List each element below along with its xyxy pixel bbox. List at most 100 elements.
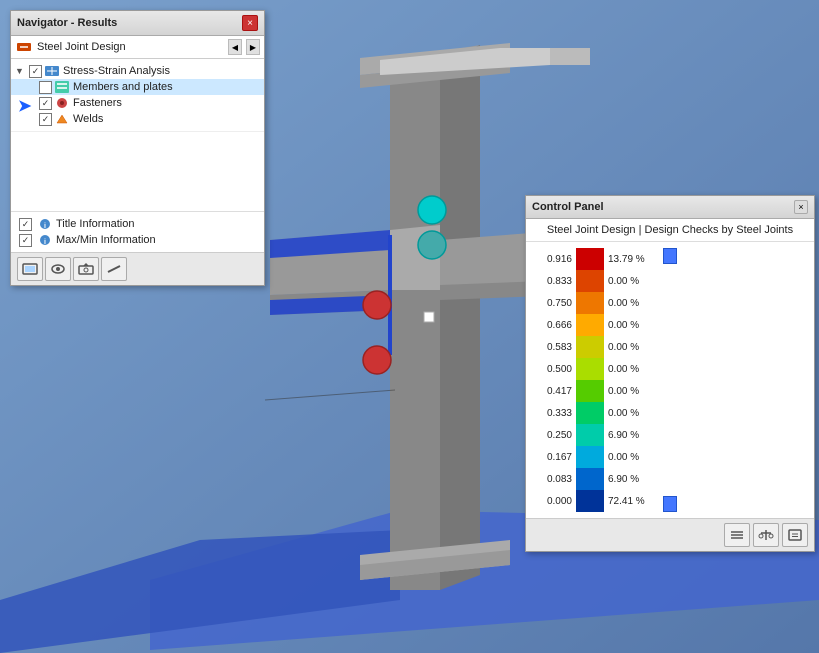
tree-item-welds[interactable]: Welds <box>11 111 264 127</box>
cp-color-cell-0 <box>576 248 604 270</box>
cp-color-cell-8 <box>576 424 604 446</box>
line-button[interactable] <box>101 257 127 281</box>
cp-value-labels: 0.9160.8330.7500.6660.5830.5000.4170.333… <box>534 248 576 512</box>
control-panel: Control Panel × Steel Joint Design | Des… <box>525 195 815 552</box>
tree-arrow-stress-strain: ▼ <box>15 66 29 76</box>
cp-row-percent-4: 0.00 % <box>604 336 659 358</box>
checkbox-stress-strain[interactable] <box>29 65 42 78</box>
maxmin-label: Max/Min Information <box>56 234 156 246</box>
tree-label-welds: Welds <box>73 113 103 125</box>
cp-color-cell-6 <box>576 380 604 402</box>
navigator-panel: Navigator - Results × Steel Joint Design… <box>10 10 265 286</box>
tree-label-members-plates: Members and plates <box>73 81 173 93</box>
cp-titlebar: Control Panel × <box>526 196 814 219</box>
navigator-titlebar: Navigator - Results × <box>11 11 264 36</box>
maxmin-info-item[interactable]: i Max/Min Information <box>19 232 256 248</box>
navigator-title: Navigator - Results <box>17 17 117 29</box>
tree-spacer <box>11 131 264 211</box>
balance-icon <box>758 528 774 542</box>
cp-row-percent-0: 13.79 % <box>604 248 659 270</box>
navigator-toolbar <box>11 252 264 285</box>
fasteners-icon <box>54 96 70 110</box>
welds-icon <box>54 112 70 126</box>
cp-row-label-6: 0.417 <box>547 380 576 402</box>
tree-item-stress-strain[interactable]: ▼ Stress-Strain Analysis <box>11 63 264 79</box>
checkbox-maxmin[interactable] <box>19 234 32 247</box>
cp-color-cell-3 <box>576 314 604 336</box>
cp-row-percent-8: 6.90 % <box>604 424 659 446</box>
cp-row-label-1: 0.833 <box>547 270 576 292</box>
cp-row-label-5: 0.500 <box>547 358 576 380</box>
navigator-close-button[interactable]: × <box>242 15 258 31</box>
checkbox-fasteners[interactable] <box>39 97 52 110</box>
title-info-item[interactable]: i Title Information <box>19 216 256 232</box>
steel-joint-icon <box>15 40 33 54</box>
cp-color-cell-10 <box>576 468 604 490</box>
cp-indicators <box>659 248 681 512</box>
dropdown-label: Steel Joint Design <box>37 41 224 53</box>
tree-item-members-plates[interactable]: Members and plates <box>11 79 264 95</box>
dropdown-forward-button[interactable]: ▶ <box>246 39 260 55</box>
cp-color-cell-1 <box>576 270 604 292</box>
export-icon <box>787 528 803 542</box>
cp-row-label-11: 0.000 <box>547 490 576 512</box>
cp-row-percent-6: 0.00 % <box>604 380 659 402</box>
members-plates-icon <box>54 80 70 94</box>
dropdown-back-button[interactable]: ◀ <box>228 39 242 55</box>
view-icon <box>50 262 66 276</box>
tree-label-stress-strain: Stress-Strain Analysis <box>63 65 170 77</box>
view-button[interactable] <box>45 257 71 281</box>
cp-row-label-0: 0.916 <box>547 248 576 270</box>
line-icon <box>106 262 122 276</box>
cp-row-percent-7: 0.00 % <box>604 402 659 424</box>
cp-color-cell-2 <box>576 292 604 314</box>
svg-text:i: i <box>44 239 46 246</box>
cp-subtitle: Steel Joint Design | Design Checks by St… <box>526 219 814 242</box>
cp-list-button[interactable] <box>724 523 750 547</box>
cp-row-label-7: 0.333 <box>547 402 576 424</box>
svg-text:i: i <box>44 223 46 230</box>
checkbox-members-plates[interactable] <box>39 81 52 94</box>
cp-indicator-top <box>663 248 677 264</box>
cp-row-label-10: 0.083 <box>547 468 576 490</box>
checkbox-title-info[interactable] <box>19 218 32 231</box>
maxmin-icon: i <box>37 233 53 247</box>
cp-title: Control Panel <box>532 201 604 213</box>
title-info-label: Title Information <box>56 218 134 230</box>
cp-row-percent-1: 0.00 % <box>604 270 659 292</box>
cp-row-percent-3: 0.00 % <box>604 314 659 336</box>
cp-color-cell-9 <box>576 446 604 468</box>
cp-color-cell-5 <box>576 358 604 380</box>
screenshot-button[interactable] <box>17 257 43 281</box>
cp-color-cell-11 <box>576 490 604 512</box>
cp-export-button[interactable] <box>782 523 808 547</box>
cp-toolbar <box>526 518 814 551</box>
cp-row-percent-10: 6.90 % <box>604 468 659 490</box>
cp-row-label-9: 0.167 <box>547 446 576 468</box>
cp-row-label-3: 0.666 <box>547 314 576 336</box>
nav-info-section: i Title Information i Max/Min Informatio… <box>11 211 264 252</box>
cp-colorbar <box>576 248 604 512</box>
cp-row-percent-9: 0.00 % <box>604 446 659 468</box>
navigator-dropdown[interactable]: Steel Joint Design ◀ ▶ <box>11 36 264 59</box>
cp-content: 0.9160.8330.7500.6660.5830.5000.4170.333… <box>526 242 814 518</box>
cp-row-percent-5: 0.00 % <box>604 358 659 380</box>
cp-balance-button[interactable] <box>753 523 779 547</box>
camera-button[interactable] <box>73 257 99 281</box>
cp-color-cell-7 <box>576 402 604 424</box>
cp-row-percent-11: 72.41 % <box>604 490 659 512</box>
navigator-tree: ▼ Stress-Strain Analysis Members and pla… <box>11 59 264 131</box>
checkbox-welds[interactable] <box>39 113 52 126</box>
cp-percent-values: 13.79 %0.00 %0.00 %0.00 %0.00 %0.00 %0.0… <box>604 248 659 512</box>
tree-item-fasteners[interactable]: Fasteners <box>11 95 264 111</box>
cp-row-label-4: 0.583 <box>547 336 576 358</box>
cp-row-label-8: 0.250 <box>547 424 576 446</box>
list-icon <box>729 528 745 542</box>
title-info-icon: i <box>37 217 53 231</box>
stress-strain-icon <box>44 64 60 78</box>
tree-label-fasteners: Fasteners <box>73 97 122 109</box>
camera-icon <box>78 262 94 276</box>
cp-close-button[interactable]: × <box>794 200 808 214</box>
screenshot-icon <box>22 262 38 276</box>
cp-color-cell-4 <box>576 336 604 358</box>
